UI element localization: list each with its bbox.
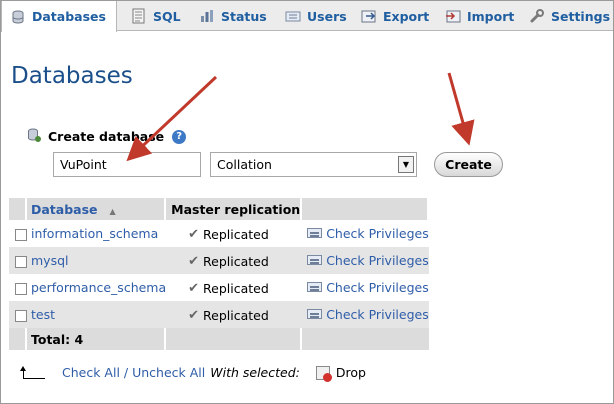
tab-label: Import xyxy=(467,8,515,24)
bulk-actions-bar: Check All / Uncheck All With selected: D… xyxy=(19,365,366,382)
row-checkbox[interactable] xyxy=(15,228,27,241)
phpmyadmin-window: Databases SQL Status Users Export Import… xyxy=(0,0,614,404)
import-icon xyxy=(445,8,461,24)
tab-users[interactable]: Users xyxy=(277,1,349,31)
users-icon xyxy=(285,8,301,24)
database-link[interactable]: test xyxy=(31,307,55,322)
row-checkbox[interactable] xyxy=(15,282,27,295)
uncheck-all-link[interactable]: Uncheck All xyxy=(132,365,205,380)
wrench-icon xyxy=(529,8,545,24)
checkmark-icon: ✔ xyxy=(188,253,200,269)
page-title: Databases xyxy=(11,63,133,89)
collation-selected-value: Collation xyxy=(217,157,272,172)
header-privileges xyxy=(302,198,429,220)
help-icon[interactable]: ? xyxy=(172,129,187,144)
tab-sql[interactable]: SQL xyxy=(123,1,187,31)
export-icon xyxy=(361,8,377,24)
database-add-icon xyxy=(26,127,42,146)
create-database-label: Create database ? xyxy=(26,127,187,146)
checkmark-icon: ✔ xyxy=(188,226,200,242)
checkmark-icon: ✔ xyxy=(188,280,200,296)
top-tab-bar: Databases SQL Status Users Export Import… xyxy=(1,1,613,32)
tab-status[interactable]: Status xyxy=(191,1,273,31)
check-all-link[interactable]: Check All xyxy=(62,365,120,380)
replication-status: Replicated xyxy=(203,307,269,323)
table-row: information_schema ✔ Replicated Check Pri… xyxy=(9,220,429,247)
footer-empty-cell xyxy=(166,328,303,350)
sort-asc-icon: ▲ xyxy=(109,206,116,216)
drop-icon xyxy=(315,365,332,382)
status-icon xyxy=(199,8,215,24)
header-master-replication: Master replication xyxy=(166,198,303,220)
tab-settings[interactable]: Settings xyxy=(521,1,613,31)
database-icon xyxy=(10,9,26,25)
tab-label: Databases xyxy=(32,9,106,24)
tab-databases[interactable]: Databases xyxy=(1,1,117,32)
link-separator: / xyxy=(119,365,133,380)
privileges-icon xyxy=(307,309,323,320)
table-footer-row: Total: 4 xyxy=(9,328,429,350)
privileges-icon xyxy=(307,255,323,266)
row-checkbox[interactable] xyxy=(15,255,27,268)
check-privileges-link[interactable]: Check Privileges xyxy=(326,226,429,241)
check-privileges-link[interactable]: Check Privileges xyxy=(326,280,429,295)
row-checkbox[interactable] xyxy=(15,309,27,322)
collation-select[interactable]: Collation ▼ xyxy=(210,152,417,177)
tab-export[interactable]: Export xyxy=(353,1,437,31)
footer-empty-cell xyxy=(302,328,429,350)
header-checkbox-cell xyxy=(9,198,27,220)
chevron-down-icon[interactable]: ▼ xyxy=(398,156,414,173)
checkmark-icon: ✔ xyxy=(188,307,200,323)
replication-status: Replicated xyxy=(203,226,269,242)
table-header-row: Database ▲ Master replication xyxy=(9,198,429,220)
tab-label: Settings xyxy=(551,8,611,24)
tab-label: Export xyxy=(383,8,430,24)
header-database[interactable]: Database ▲ xyxy=(27,198,167,220)
database-name-input[interactable] xyxy=(53,152,201,177)
database-table: Database ▲ Master replication information… xyxy=(9,198,429,350)
table-row: mysql ✔ Replicated Check Privileges xyxy=(9,247,429,274)
sql-icon xyxy=(131,8,147,24)
table-row: performance_schema ✔ Replicated Check Pri… xyxy=(9,274,429,301)
check-privileges-link[interactable]: Check Privileges xyxy=(326,253,429,268)
drop-label: Drop xyxy=(335,365,366,380)
arrow-to-create-button xyxy=(447,72,475,146)
privileges-icon xyxy=(307,282,323,293)
create-database-text: Create database xyxy=(48,129,165,144)
check-privileges-link[interactable]: Check Privileges xyxy=(326,307,429,322)
database-link[interactable]: mysql xyxy=(31,253,69,268)
tab-label: Status xyxy=(221,8,267,24)
with-selected-label: With selected: xyxy=(210,365,300,380)
replication-status: Replicated xyxy=(203,280,269,296)
create-button[interactable]: Create xyxy=(434,152,503,177)
sort-database-link[interactable]: Database xyxy=(31,202,98,217)
replication-status: Replicated xyxy=(203,253,269,269)
database-link[interactable]: performance_schema xyxy=(31,280,166,295)
footer-empty-cell xyxy=(9,328,27,350)
tab-import[interactable]: Import xyxy=(437,1,521,31)
tab-label: SQL xyxy=(153,8,181,24)
database-link[interactable]: information_schema xyxy=(31,226,158,241)
table-row: test ✔ Replicated Check Privileges xyxy=(9,301,429,328)
select-arrow-icon xyxy=(19,365,47,380)
privileges-icon xyxy=(307,228,323,239)
drop-button[interactable]: Drop xyxy=(315,365,366,382)
tab-label: Users xyxy=(307,8,347,24)
total-count: Total: 4 xyxy=(27,328,167,350)
